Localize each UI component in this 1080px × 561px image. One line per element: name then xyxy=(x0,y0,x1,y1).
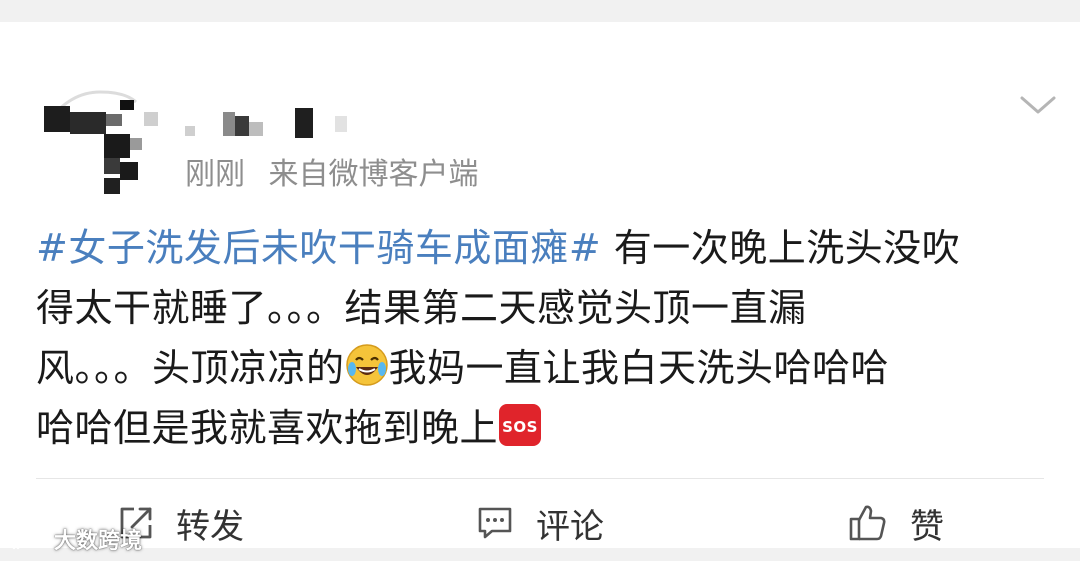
watermark-text: 大数跨境 xyxy=(54,529,143,554)
username-censored[interactable] xyxy=(175,102,360,152)
content-text-2: 得太干就睡了。。。结果第二天感觉头顶一直漏 xyxy=(36,286,807,330)
post-meta: 刚刚 来自微博客户端 xyxy=(185,155,479,195)
post-content: #女子洗发后未吹干骑车成面瘫# 有一次晚上洗头没吹 得太干就睡了。。。结果第二天… xyxy=(36,218,1046,458)
comment-icon xyxy=(478,507,512,539)
watermark: 大数跨境 xyxy=(10,524,142,554)
comment-button[interactable]: 评论 xyxy=(476,498,604,548)
like-label: 赞 xyxy=(910,506,944,547)
avatar[interactable] xyxy=(40,82,160,202)
laughing-crying-emoji-icon xyxy=(345,343,389,387)
repost-label: 转发 xyxy=(176,506,244,547)
sos-icon: SOS xyxy=(498,403,542,447)
content-text-3: 风。。。头顶凉凉的 xyxy=(36,346,345,390)
content-text-4: 我妈一直让我白天洗头哈哈哈 xyxy=(388,346,890,390)
post-source[interactable]: 来自微博客户端 xyxy=(269,157,479,192)
watermark-logo-icon xyxy=(12,527,48,550)
weibo-post-card: 刚刚 来自微博客户端 #女子洗发后未吹干骑车成面瘫# 有一次晚上洗头没吹 得太干… xyxy=(0,22,1080,548)
chevron-down-icon[interactable] xyxy=(1018,90,1058,120)
divider xyxy=(36,478,1044,479)
thumbs-up-icon xyxy=(849,505,886,541)
post-time: 刚刚 xyxy=(185,157,245,192)
content-text-1: 有一次晚上洗头没吹 xyxy=(601,226,961,270)
like-button[interactable]: 赞 xyxy=(848,498,944,548)
comment-label: 评论 xyxy=(536,506,604,547)
topic-hashtag-link[interactable]: #女子洗发后未吹干骑车成面瘫# xyxy=(36,226,601,270)
svg-text:SOS: SOS xyxy=(502,418,538,436)
content-text-5: 哈哈但是我就喜欢拖到晚上 xyxy=(36,406,499,450)
